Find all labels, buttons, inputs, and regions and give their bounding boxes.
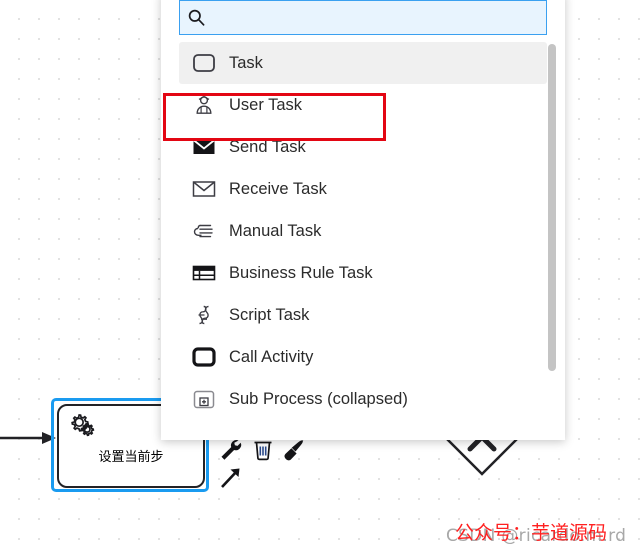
- popup-entry-label: Send Task: [229, 137, 306, 156]
- receive-task-icon: [191, 176, 217, 202]
- popup-entry-list[interactable]: Task User Task Send Task Receive Task Ma…: [179, 42, 547, 432]
- popup-entry-label: User Task: [229, 95, 303, 114]
- send-task-icon: [191, 134, 217, 160]
- popup-entry-label: Script Task: [229, 305, 310, 324]
- popup-entry-user-task[interactable]: User Task: [179, 84, 547, 126]
- popup-entry-label: Call Activity: [229, 347, 314, 366]
- script-task-icon: [191, 302, 217, 328]
- popup-entry-task[interactable]: Task: [179, 42, 547, 84]
- sub-process-collapsed-icon: [191, 386, 217, 412]
- manual-task-icon: [191, 218, 217, 244]
- search-input[interactable]: [179, 0, 547, 35]
- context-pad[interactable]: [212, 435, 322, 497]
- wrench-icon[interactable]: [218, 437, 244, 463]
- connect-arrow-icon[interactable]: [218, 465, 244, 491]
- business-rule-task-icon: [191, 260, 217, 286]
- popup-entry-label: Task: [229, 53, 263, 72]
- popup-entry-label: Receive Task: [229, 179, 327, 198]
- call-activity-icon: [191, 344, 217, 370]
- popup-entry-script-task[interactable]: Script Task: [179, 294, 547, 336]
- task-label: 设置当前步: [98, 450, 164, 465]
- popup-entry-label: Business Rule Task: [229, 263, 373, 282]
- paintbrush-icon[interactable]: [282, 437, 308, 463]
- popup-entry-receive-task[interactable]: Receive Task: [179, 168, 547, 210]
- popup-entry-manual-task[interactable]: Manual Task: [179, 210, 547, 252]
- popup-entry-call-activity[interactable]: Call Activity: [179, 336, 547, 378]
- popup-entry-send-task[interactable]: Send Task: [179, 126, 547, 168]
- popup-entry-sub-process-collapsed[interactable]: Sub Process (collapsed): [179, 378, 547, 420]
- task-icon: [191, 50, 217, 76]
- popup-scrollbar-track[interactable]: [548, 44, 556, 426]
- popup-entry-label: Sub Process (collapsed): [229, 389, 408, 408]
- user-task-icon: [191, 92, 217, 118]
- popup-entry-label: Manual Task: [229, 221, 322, 240]
- watermark-wechat: 公众号：芋道源码: [455, 522, 608, 544]
- popup-scrollbar-thumb[interactable]: [548, 44, 556, 371]
- replace-element-popup[interactable]: Task User Task Send Task Receive Task Ma…: [161, 0, 565, 440]
- popup-entry-business-rule-task[interactable]: Business Rule Task: [179, 252, 547, 294]
- popup-search-container[interactable]: [179, 0, 547, 35]
- trash-icon[interactable]: [250, 437, 276, 463]
- gear-icon: [71, 414, 95, 437]
